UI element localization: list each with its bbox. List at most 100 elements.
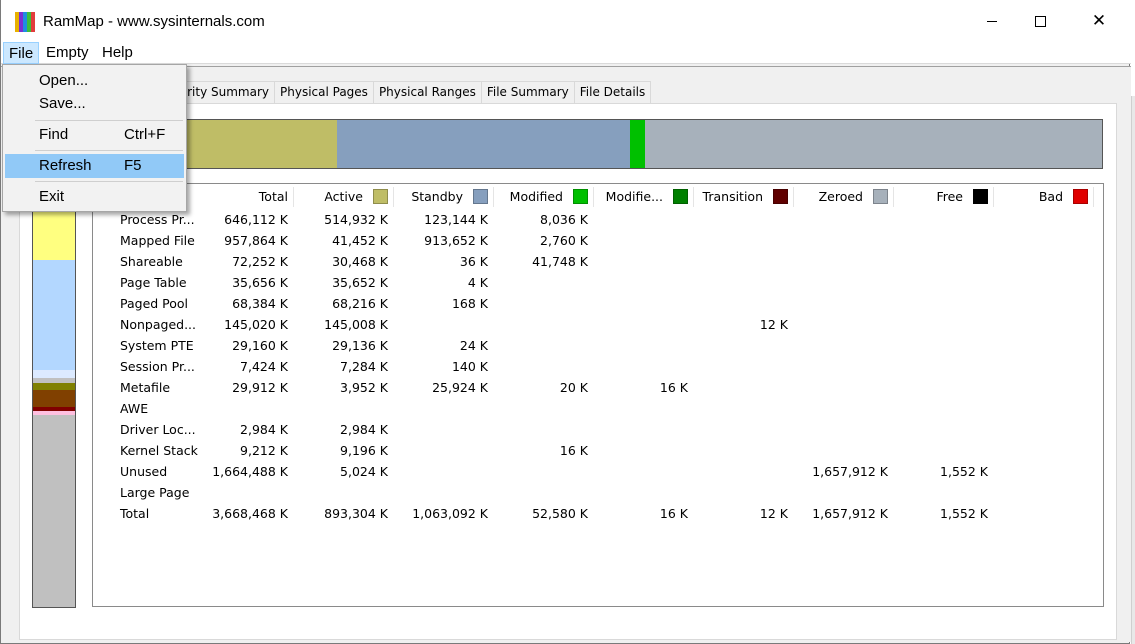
table-cell: 1,657,912 K [812,506,888,521]
row-label: Mapped File [120,233,195,248]
maximize-button[interactable] [1017,0,1063,42]
column-header-label: Zeroed [818,189,863,204]
table-cell: 25,924 K [432,380,488,395]
menu-file[interactable]: File [3,42,40,64]
menu-item-save[interactable]: Save... [5,92,184,116]
column-header[interactable]: Transition [693,184,788,210]
table-cell: 2,760 K [540,233,588,248]
column-header[interactable]: Bad [993,184,1088,210]
column-header-label: Modified [509,189,563,204]
usage-type-bar [32,184,76,608]
table-cell: 24 K [459,338,488,353]
column-divider[interactable] [1093,187,1094,207]
tab-file-summary[interactable]: File Summary [480,81,575,103]
legend-swatch [973,189,988,204]
table-cell: 145,020 K [224,317,288,332]
row-label: Process Pr... [120,212,195,227]
table-cell: 29,136 K [332,338,388,353]
table-cell: 168 K [451,296,488,311]
table-row[interactable]: Unused 1,664,488 K 5,024 K 1,657,912 K 1,552… [93,461,1103,482]
menu-item-label: Refresh [39,157,92,174]
table-cell: 893,304 K [324,506,388,521]
scrollbar[interactable] [1131,96,1135,644]
usage-segment-standby [337,120,631,168]
table-cell: 16 K [659,380,688,395]
column-header[interactable]: Free [893,184,988,210]
table-row[interactable]: Process Pr... 646,112 K 514,932 K 123,144 K… [93,209,1103,230]
close-button[interactable]: ✕ [1076,0,1122,42]
table-row[interactable]: Kernel Stack 9,212 K 9,196 K 16 K [93,440,1103,461]
row-label: Nonpaged... [120,317,196,332]
table-row[interactable]: Shareable 72,252 K 30,468 K 36 K 41,748 K [93,251,1103,272]
table-cell: 52,580 K [532,506,588,521]
menu-item-open[interactable]: Open... [5,69,184,93]
menu-item-exit[interactable]: Exit [5,185,184,209]
table-cell: 7,284 K [340,359,388,374]
tab-physical-pages[interactable]: Physical Pages [274,81,374,103]
table-cell: 16 K [659,506,688,521]
row-label: Large Page [120,485,190,500]
menu-item-label: Exit [39,188,65,205]
table-cell: 20 K [559,380,588,395]
column-header[interactable]: Modifie... [593,184,688,210]
usage-type-segment-unused [33,414,75,607]
table-cell: 140 K [451,359,488,374]
table-cell: 1,552 K [940,506,988,521]
table-cell: 1,664,488 K [212,464,288,479]
tab-physical-ranges[interactable]: Physical Ranges [372,81,482,103]
table-cell: 2,984 K [240,422,288,437]
column-header[interactable]: Modified [493,184,588,210]
column-header-label: Bad [1038,189,1063,204]
column-header[interactable]: Zeroed [793,184,888,210]
menu-item-refresh[interactable]: Refresh F5 [5,154,184,178]
table-row[interactable]: AWE [93,398,1103,419]
column-header[interactable]: Active [293,184,388,210]
row-label: AWE [120,401,149,416]
window-title: RamMap - www.sysinternals.com [43,13,265,30]
row-label: Driver Loc... [120,422,196,437]
legend-swatch [873,189,888,204]
title-bar[interactable]: RamMap - www.sysinternals.com ✕ [1,0,1131,42]
row-label: Paged Pool [120,296,189,311]
table-row[interactable]: Session Pr... 7,424 K 7,284 K 140 K [93,356,1103,377]
usage-segment-zeroed [644,120,1103,168]
table-row[interactable]: System PTE 29,160 K 29,136 K 24 K [93,335,1103,356]
table-row[interactable]: Driver Loc... 2,984 K 2,984 K [93,419,1103,440]
legend-swatch [573,189,588,204]
table-cell: 16 K [559,443,588,458]
table-cell: 646,112 K [224,212,288,227]
file-menu-dropdown: Open... Save... Find Ctrl+F Refresh F5 E… [2,64,187,212]
use-counts-table[interactable]: Total Active Standby Modified Modifie... Tran… [92,183,1104,607]
table-cell: 5,024 K [340,464,388,479]
table-row[interactable]: Metafile 29,912 K 3,952 K 25,924 K 20 K 16 K [93,377,1103,398]
usage-segment-modified [630,120,645,168]
table-row[interactable]: Nonpaged... 145,020 K 145,008 K 12 K [93,314,1103,335]
column-header-label: Modifie... [605,189,663,204]
column-header[interactable]: Total [208,184,288,210]
table-cell: 36 K [459,254,488,269]
table-cell: 913,652 K [424,233,488,248]
table-cell: 8,036 K [540,212,588,227]
minimize-button[interactable] [969,0,1015,42]
legend-swatch [373,189,388,204]
table-cell: 29,160 K [232,338,288,353]
close-icon: ✕ [1091,10,1107,31]
column-header[interactable]: Standby [393,184,488,210]
menu-help[interactable]: Help [97,42,138,64]
table-cell: 72,252 K [232,254,288,269]
column-header-label: Standby [411,189,463,204]
table-cell: 7,424 K [240,359,288,374]
table-row[interactable]: Mapped File 957,864 K 41,452 K 913,652 K 2,7… [93,230,1103,251]
menu-empty[interactable]: Empty [41,42,94,64]
menu-item-find[interactable]: Find Ctrl+F [5,123,184,147]
table-cell: 68,384 K [232,296,288,311]
table-row[interactable]: Total 3,668,468 K 893,304 K 1,063,092 K 52,5… [93,503,1103,524]
table-row[interactable]: Page Table 35,656 K 35,652 K 4 K [93,272,1103,293]
table-row[interactable]: Large Page [93,482,1103,503]
table-row[interactable]: Paged Pool 68,384 K 68,216 K 168 K [93,293,1103,314]
menu-item-label: Find [39,126,69,143]
tab-file-details[interactable]: File Details [573,81,652,103]
usage-type-segment-shareable [33,370,75,379]
menu-item-shortcut: Ctrl+F [124,126,166,143]
legend-swatch [473,189,488,204]
